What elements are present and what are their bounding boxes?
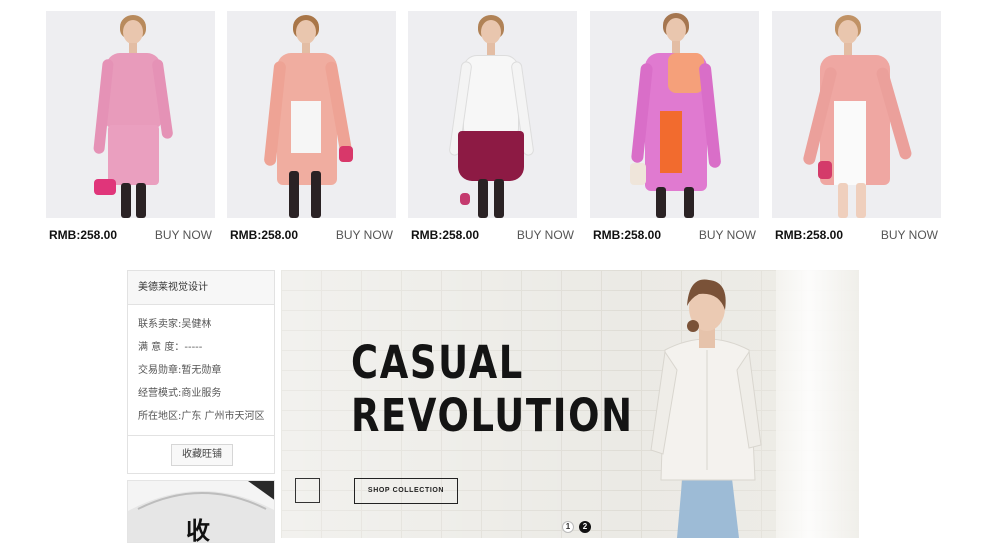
hero-banner[interactable]: CASUAL REVOLUTION SHOP COLLECTION 1 2	[281, 270, 859, 538]
shop-details: 联系卖家:吴健林 满 意 度：----- 交易勋章:暂无勋章 经营模式:商业服务…	[128, 305, 274, 428]
shop-contact: 联系卖家:吴健林	[138, 319, 212, 330]
shop-location: 所在地区:广东 广州市天河区	[138, 411, 265, 422]
handbag	[630, 163, 646, 185]
buy-now-link[interactable]: BUY NOW	[699, 228, 756, 242]
divider	[128, 435, 274, 436]
shop-info-panel: 美德莱视觉设计 联系卖家:吴健林 满 意 度：----- 交易勋章:暂无勋章 经…	[127, 270, 275, 474]
favorite-character: 收	[186, 516, 210, 543]
shop-medal: 交易勋章:暂无勋章	[138, 365, 222, 376]
shop-name[interactable]: 美德莱视觉设计	[128, 271, 274, 305]
buy-now-link[interactable]: BUY NOW	[155, 228, 212, 242]
slider-page-2[interactable]: 2	[579, 521, 591, 533]
hanging-shirts	[776, 270, 859, 538]
product-price: RMB:258.00	[411, 228, 480, 242]
slider-page-1[interactable]: 1	[562, 521, 574, 533]
product-card[interactable]: RMB:258.00 BUY NOW	[227, 11, 396, 246]
buy-now-link[interactable]: BUY NOW	[336, 228, 393, 242]
favorite-banner-thumb[interactable]: 收	[127, 480, 275, 543]
shop-business-mode: 经营模式:商业服务	[138, 388, 222, 399]
slider-prev-button[interactable]	[295, 478, 320, 503]
product-price: RMB:258.00	[230, 228, 299, 242]
handbag	[460, 193, 470, 205]
product-price: RMB:258.00	[49, 228, 118, 242]
favorite-shop-button[interactable]: 收藏旺铺	[171, 444, 233, 466]
product-card[interactable]: RMB:258.00 BUY NOW	[590, 11, 759, 246]
product-price: RMB:258.00	[593, 228, 662, 242]
hero-title-line2: REVOLUTION	[351, 389, 634, 442]
product-card[interactable]: RMB:258.00 BUY NOW	[46, 11, 215, 246]
hero-title-line1: CASUAL	[351, 336, 524, 389]
shop-collection-button[interactable]: SHOP COLLECTION	[354, 478, 458, 504]
product-photo[interactable]	[408, 11, 577, 218]
product-photo[interactable]	[772, 11, 941, 218]
product-photo[interactable]	[227, 11, 396, 218]
shop-satisfaction: 满 意 度：-----	[138, 342, 203, 353]
buy-now-link[interactable]: BUY NOW	[881, 228, 938, 242]
handbag	[339, 146, 353, 162]
handbag	[94, 179, 116, 195]
product-grid: RMB:258.00 BUY NOW RMB:258.00 BUY NOW RM…	[46, 11, 941, 246]
product-photo[interactable]	[590, 11, 759, 218]
product-price: RMB:258.00	[775, 228, 844, 242]
product-card[interactable]: RMB:258.00 BUY NOW	[772, 11, 941, 246]
model-figure	[650, 279, 762, 538]
buy-now-link[interactable]: BUY NOW	[517, 228, 574, 242]
product-card[interactable]: RMB:258.00 BUY NOW	[408, 11, 577, 246]
product-photo[interactable]	[46, 11, 215, 218]
handbag	[818, 161, 832, 179]
